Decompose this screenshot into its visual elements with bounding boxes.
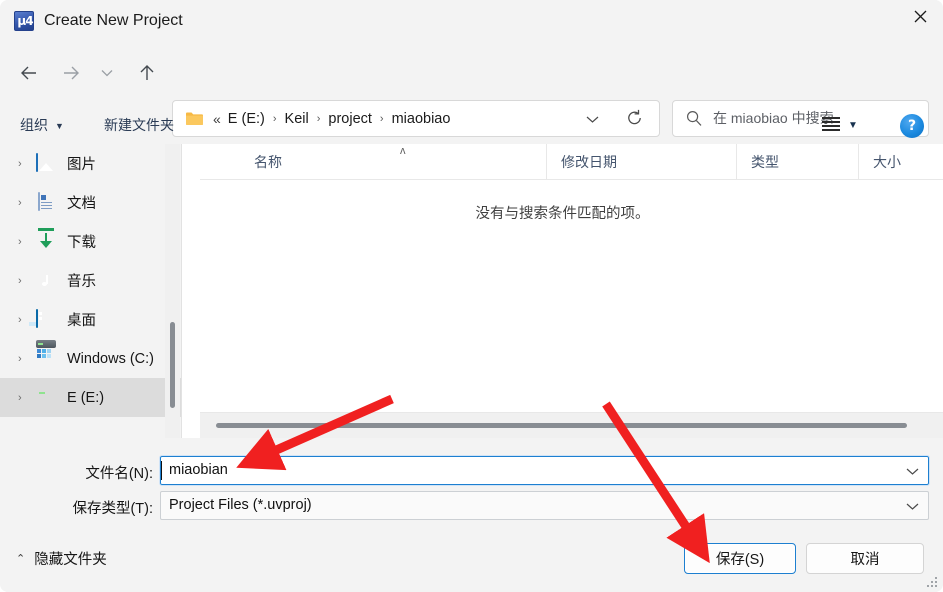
help-circle-icon[interactable]: ? bbox=[900, 114, 924, 138]
chevron-down-icon: ▼ bbox=[55, 121, 64, 131]
downloads-icon bbox=[36, 228, 58, 252]
chevron-down-icon[interactable] bbox=[906, 498, 919, 516]
sidebar-item-documents[interactable]: › 文档 bbox=[0, 183, 182, 222]
filename-label: 文件名(N): bbox=[85, 466, 153, 482]
sidebar-item-label: 音乐 bbox=[67, 274, 96, 290]
save-type-select[interactable]: Project Files (*.uvproj) bbox=[160, 491, 929, 520]
filename-value: miaobian bbox=[169, 462, 228, 478]
organize-label: 组织 bbox=[20, 117, 48, 133]
navigation-bar: « E (E:) › Keil › project › miaobiao 在 m… bbox=[0, 44, 943, 137]
sort-ascending-icon: ʌ bbox=[400, 145, 406, 157]
sidebar-item-label: 桌面 bbox=[67, 313, 96, 329]
sidebar-item-drive-e[interactable]: › E (E:) bbox=[0, 378, 182, 417]
column-header-date-modified[interactable]: 修改日期 bbox=[546, 144, 736, 180]
sidebar-item-label: 下载 bbox=[67, 235, 96, 251]
title-bar: µ4 Create New Project bbox=[0, 0, 943, 44]
hide-folders-button[interactable]: ⌃ 隐藏文件夹 bbox=[16, 546, 107, 570]
sidebar-item-downloads[interactable]: › 下载 bbox=[0, 222, 182, 261]
documents-icon bbox=[36, 191, 58, 213]
sidebar-item-music[interactable]: › 音乐 bbox=[0, 261, 182, 300]
arrow-right-icon[interactable] bbox=[56, 58, 86, 88]
arrow-up-icon[interactable] bbox=[132, 58, 162, 88]
chevron-right-icon[interactable]: › bbox=[18, 275, 36, 287]
help-label: ? bbox=[907, 118, 917, 134]
pictures-icon bbox=[36, 152, 58, 174]
close-icon[interactable] bbox=[897, 0, 943, 32]
text-cursor bbox=[161, 461, 162, 480]
file-list-pane: 名称 ʌ 修改日期 类型 大小 没有与搜索条件匹配的项。 bbox=[182, 144, 943, 438]
column-header-label: 大小 bbox=[873, 154, 901, 170]
chevron-right-icon[interactable]: › bbox=[18, 353, 36, 365]
file-list-horizontal-scrollbar[interactable] bbox=[200, 412, 943, 438]
arrow-left-icon[interactable] bbox=[14, 58, 44, 88]
chevron-right-icon[interactable]: › bbox=[18, 197, 36, 209]
file-list-scrollbar-thumb[interactable] bbox=[216, 423, 907, 428]
view-list-icon[interactable] bbox=[822, 117, 840, 133]
column-header-size[interactable]: 大小 bbox=[858, 144, 943, 180]
sidebar-scrollbar[interactable] bbox=[165, 144, 180, 438]
navigation-sidebar[interactable]: › 图片 › 文档 › 下载 › 音乐 › 桌面 › Windows (C:) … bbox=[0, 144, 182, 438]
sidebar-item-windows-c[interactable]: › Windows (C:) bbox=[0, 339, 182, 378]
hide-folders-label: 隐藏文件夹 bbox=[34, 551, 107, 568]
desktop-icon bbox=[36, 308, 58, 330]
chevron-down-icon[interactable] bbox=[96, 58, 118, 88]
create-new-project-dialog: µ4 Create New Project « E (E:) › Keil › … bbox=[0, 0, 943, 592]
save-button[interactable]: 保存(S) bbox=[684, 543, 796, 574]
column-header-type[interactable]: 类型 bbox=[736, 144, 858, 180]
new-folder-button[interactable]: 新建文件夹 bbox=[104, 113, 174, 137]
drive-e-icon bbox=[36, 388, 58, 408]
chevron-right-icon[interactable]: › bbox=[18, 392, 36, 404]
sidebar-scrollbar-thumb[interactable] bbox=[170, 322, 175, 408]
column-header-label: 名称 bbox=[254, 154, 282, 170]
sidebar-item-label: E (E:) bbox=[67, 389, 105, 406]
sidebar-item-desktop[interactable]: › 桌面 bbox=[0, 300, 182, 339]
cancel-button-label: 取消 bbox=[850, 552, 880, 568]
chevron-down-icon[interactable] bbox=[906, 463, 919, 481]
column-header-label: 修改日期 bbox=[561, 154, 617, 170]
resize-grip[interactable] bbox=[927, 577, 938, 588]
column-header-label: 类型 bbox=[751, 154, 779, 170]
drive-c-icon bbox=[36, 339, 58, 369]
chevron-right-icon[interactable]: › bbox=[18, 158, 36, 170]
cancel-button[interactable]: 取消 bbox=[806, 543, 924, 574]
organize-button[interactable]: 组织 ▼ bbox=[20, 113, 64, 137]
chevron-down-icon[interactable]: ▼ bbox=[848, 120, 858, 131]
page-title: Create New Project bbox=[44, 12, 183, 29]
sidebar-item-label: 图片 bbox=[67, 157, 96, 173]
save-button-label: 保存(S) bbox=[715, 552, 765, 568]
music-icon bbox=[36, 271, 58, 291]
save-type-label: 保存类型(T): bbox=[72, 501, 153, 517]
sidebar-item-pictures[interactable]: › 图片 bbox=[0, 144, 182, 183]
save-type-value: Project Files (*.uvproj) bbox=[169, 497, 312, 513]
chevron-up-icon: ⌃ bbox=[16, 552, 26, 565]
keil-uvision-icon: µ4 bbox=[14, 11, 34, 31]
empty-list-message: 没有与搜索条件匹配的项。 bbox=[475, 206, 650, 222]
column-header-name[interactable]: 名称 bbox=[236, 144, 546, 180]
new-folder-label: 新建文件夹 bbox=[104, 117, 174, 133]
sidebar-item-label: Windows (C:) bbox=[67, 350, 155, 367]
filename-input[interactable]: miaobian bbox=[159, 455, 930, 486]
command-bar: 组织 ▼ 新建文件夹 ▼ ? bbox=[0, 106, 943, 144]
column-header-row: 名称 ʌ 修改日期 类型 大小 bbox=[200, 144, 943, 180]
chevron-right-icon[interactable]: › bbox=[18, 236, 36, 248]
sidebar-item-label: 文档 bbox=[67, 196, 96, 212]
app-icon-glyph: µ4 bbox=[17, 14, 33, 28]
